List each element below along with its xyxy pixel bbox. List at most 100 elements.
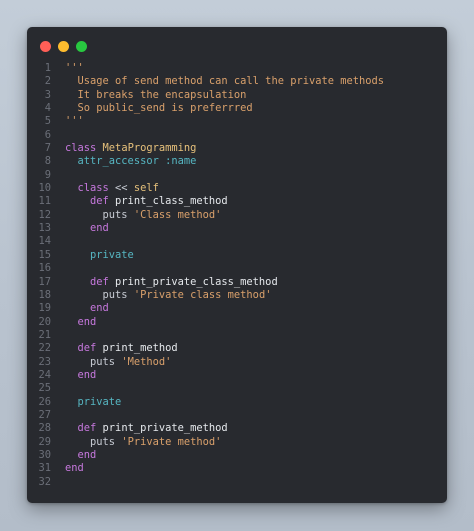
line-number: 20 [38, 315, 51, 328]
code-token-op: << [115, 182, 134, 195]
line-number: 8 [44, 155, 51, 168]
line-content [51, 476, 65, 489]
line-number: 18 [38, 288, 51, 301]
line-number: 5 [44, 115, 51, 128]
line-number: 28 [38, 422, 51, 435]
code-token-str: 'Method' [121, 355, 172, 368]
code-token-comment: It breaks the encapsulation [65, 88, 247, 101]
line-number: 21 [38, 328, 51, 341]
code-token-fn: print_class_method [115, 195, 228, 208]
line-content: end [51, 462, 84, 475]
line-content [51, 169, 65, 182]
code-token-const: MetaProgramming [102, 142, 197, 155]
code-token-kw: def [65, 422, 103, 435]
line-number: 15 [38, 248, 51, 261]
line-content: def print_private_method [51, 422, 228, 435]
code-line: 16 [27, 262, 447, 275]
line-content: private [51, 395, 122, 409]
line-number: 31 [38, 462, 51, 475]
line-number: 25 [38, 382, 51, 395]
code-line: 26 private [27, 396, 447, 409]
line-content: def print_private_class_method [51, 276, 278, 289]
code-line: 32 [27, 476, 447, 489]
code-line: 27 [27, 409, 447, 422]
line-number: 3 [44, 88, 51, 101]
line-content: ''' [51, 62, 84, 75]
code-line: 8 attr_accessor :name [27, 155, 447, 168]
line-number: 10 [38, 182, 51, 195]
code-line: 21 [27, 329, 447, 342]
code-token-comment: So public_send is preferrred [65, 102, 253, 115]
code-token-fn: print_private_class_method [115, 275, 278, 288]
line-number: 12 [38, 208, 51, 221]
line-number: 11 [38, 195, 51, 208]
line-number: 16 [38, 262, 51, 275]
code-line: 20 end [27, 316, 447, 329]
line-content: def print_method [51, 342, 178, 355]
line-number: 29 [38, 435, 51, 448]
line-number: 14 [38, 235, 51, 248]
line-content: def print_class_method [51, 195, 228, 208]
line-number: 7 [44, 142, 51, 155]
close-window-button[interactable] [40, 41, 51, 52]
code-line: 28 def print_private_method [27, 422, 447, 435]
code-line: 7 class MetaProgramming [27, 142, 447, 155]
code-window: 1 ''' 2 Usage of send method can call the … [27, 27, 447, 503]
code-token-builtin: private [65, 395, 122, 408]
line-content: end [51, 222, 109, 235]
code-token-kw: end [65, 448, 97, 461]
line-content: end [51, 302, 109, 315]
code-line: 14 [27, 235, 447, 248]
line-content: Usage of send method can call the privat… [51, 75, 385, 88]
code-line: 1 ''' [27, 62, 447, 75]
code-line: 2 Usage of send method can call the priv… [27, 75, 447, 88]
code-token-comment: ''' [65, 115, 84, 128]
line-content: end [51, 448, 97, 462]
code-token-kw: end [65, 368, 97, 381]
line-number: 32 [38, 475, 51, 488]
zoom-window-button[interactable] [76, 41, 87, 52]
line-number: 13 [38, 222, 51, 235]
line-number: 22 [38, 342, 51, 355]
code-line: 11 def print_class_method [27, 195, 447, 208]
code-line: 13 end [27, 222, 447, 235]
code-token-str: 'Private method' [121, 435, 222, 448]
code-line: 5 ''' [27, 115, 447, 128]
code-token-sym: :name [165, 155, 197, 168]
code-token-kw: end [65, 462, 84, 475]
line-number: 4 [44, 102, 51, 115]
code-line: 22 def print_method [27, 342, 447, 355]
line-content [51, 409, 65, 422]
code-token-comment: Usage of send method can call the privat… [65, 75, 385, 88]
code-line: 3 It breaks the encapsulation [27, 89, 447, 102]
line-content: attr_accessor :name [51, 155, 197, 168]
code-line: 31 end [27, 462, 447, 475]
code-token-kw: def [65, 275, 116, 288]
code-line: 30 end [27, 449, 447, 462]
line-content [51, 129, 65, 142]
line-content [51, 382, 65, 395]
code-line: 23 puts 'Method' [27, 356, 447, 369]
line-number: 17 [38, 275, 51, 288]
line-number: 30 [38, 448, 51, 461]
code-token-kw: class [65, 142, 103, 155]
line-number: 19 [38, 302, 51, 315]
minimize-window-button[interactable] [58, 41, 69, 52]
line-number: 27 [38, 408, 51, 421]
code-editor[interactable]: 1 ''' 2 Usage of send method can call the … [27, 62, 447, 489]
code-token-fn: print_method [102, 342, 178, 355]
code-line: 29 puts 'Private method' [27, 436, 447, 449]
line-number: 23 [38, 355, 51, 368]
code-line: 25 [27, 382, 447, 395]
line-content: end [51, 368, 97, 382]
code-line: 9 [27, 169, 447, 182]
code-token-builtin: attr_accessor [65, 155, 166, 168]
line-content: end [51, 315, 97, 329]
line-content: puts 'Class method' [51, 209, 222, 222]
code-line: 6 [27, 129, 447, 142]
line-content: ''' [51, 115, 84, 128]
line-number: 6 [44, 128, 51, 141]
code-token-kw: end [65, 315, 97, 328]
line-content: puts 'Method' [51, 356, 171, 369]
code-token-kw: def [65, 342, 103, 355]
